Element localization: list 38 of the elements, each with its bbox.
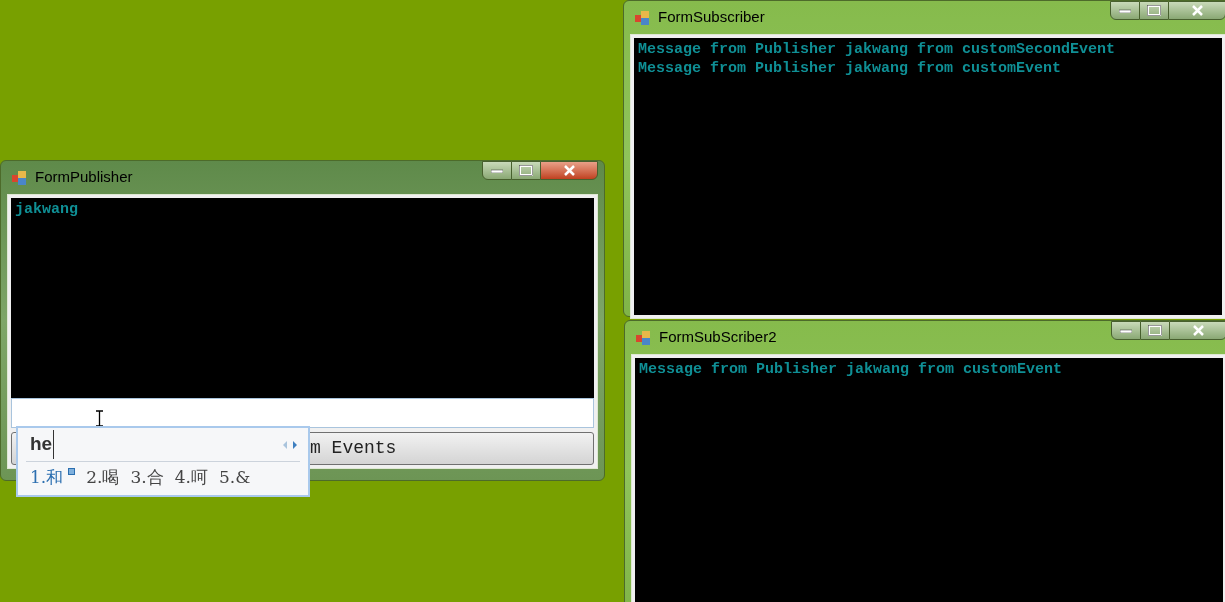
log-line: Message from Publisher jakwang from customSecondEvent [638,40,1117,59]
close-button[interactable] [540,161,598,180]
close-icon [1190,5,1204,16]
maximize-icon [519,165,533,176]
ime-candidate[interactable]: 3.合 [130,464,164,491]
ime-candidate[interactable]: 5.& [218,464,251,491]
log-line: jakwang [15,200,79,219]
minimize-icon [1120,328,1132,333]
maximize-button[interactable] [1140,1,1168,20]
close-icon [562,165,576,176]
ime-composition: he [30,430,55,459]
candidate-marker-icon [68,468,76,475]
window-title: FormSubscriber [658,7,765,28]
app-icon [11,169,27,186]
minimize-icon [491,168,503,173]
app-icon [634,9,650,26]
ime-candidate[interactable]: 1.和 [30,464,64,491]
close-icon [1191,325,1205,336]
maximize-icon [1148,325,1162,336]
message-input[interactable] [11,398,594,428]
text-cursor-icon [95,410,104,427]
minimize-icon [1119,8,1131,13]
close-button[interactable] [1169,321,1225,340]
minimize-button[interactable] [1110,1,1140,20]
minimize-button[interactable] [1111,321,1141,340]
maximize-icon [1147,5,1161,16]
maximize-button[interactable] [1141,321,1169,340]
close-button[interactable] [1168,1,1225,20]
maximize-button[interactable] [512,161,540,180]
ime-candidate[interactable]: 4.呵 [174,464,208,491]
ime-candidate[interactable]: 2.喝 [86,464,120,491]
window-title: FormPublisher [35,167,133,188]
page-arrows-icon [282,439,298,450]
minimize-button[interactable] [482,161,512,180]
window-title: FormSubScriber2 [659,327,777,348]
app-icon [635,329,651,346]
log-line: Message from Publisher jakwang from customEvent [638,59,1063,78]
log-line: Message from Publisher jakwang from customEvent [639,360,1064,379]
